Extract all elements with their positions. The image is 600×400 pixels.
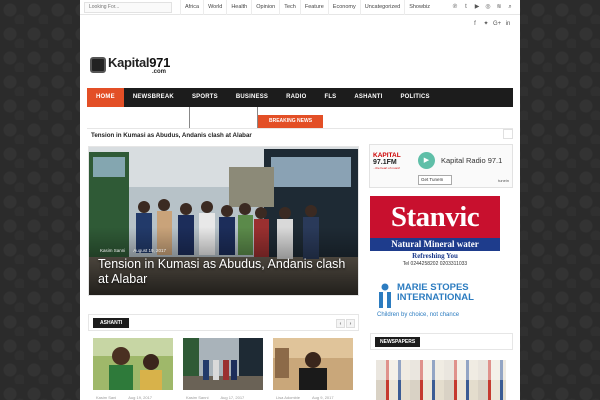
logo-text: Kapital971	[108, 55, 171, 70]
logo-mark-icon	[90, 57, 106, 73]
tumblr-icon[interactable]: t	[462, 0, 470, 15]
stanvic-phone: Tel 0244258202 0203311033	[402, 261, 468, 267]
featured-author[interactable]: Kasim Sanni	[100, 248, 125, 253]
instagram-icon[interactable]: ◎	[484, 0, 492, 15]
googleplus-icon[interactable]: G+	[493, 17, 501, 32]
newspapers-image-overlay	[376, 360, 506, 380]
newspapers-widget-header: NEWSPAPERS	[370, 333, 513, 350]
thumbnail-meta: Kasim Sanni Aug 17, 2017	[186, 395, 245, 400]
top-social-icons: ℗ t ▶ ◎ ≋ ⌕	[451, 0, 514, 15]
nav-item-home[interactable]: HOME	[87, 88, 124, 107]
top-menu-item-world[interactable]: World	[203, 0, 226, 15]
nav-divider	[189, 107, 190, 128]
next-arrow-icon[interactable]: ›	[346, 319, 355, 328]
stanvic-subtitle: Natural Mineral water	[370, 238, 500, 251]
top-menu-item-feature[interactable]: Feature	[299, 0, 328, 15]
article-thumbnail[interactable]	[183, 338, 263, 390]
logo-domain: .com	[152, 69, 167, 75]
thumbnail-meta: Kasim Sani Aug 19, 2017	[96, 395, 153, 400]
top-bar: Africa World Health Opinion Tech Feature…	[80, 0, 520, 15]
prev-arrow-icon[interactable]: ‹	[336, 319, 345, 328]
stanvic-title: Stanvic	[370, 196, 500, 238]
nav-item-newsbreak[interactable]: NEWSBREAK	[124, 88, 183, 107]
top-menu-item-africa[interactable]: Africa	[180, 0, 203, 15]
nav-item-business[interactable]: BUSINESS	[227, 88, 277, 107]
top-menu-item-opinion[interactable]: Opinion	[251, 0, 279, 15]
search-input[interactable]	[84, 1, 172, 13]
marie-stopes-logo-icon	[379, 283, 391, 308]
nav-item-fls[interactable]: FLS	[315, 88, 345, 107]
marie-stopes-name: MARIE STOPES INTERNATIONAL	[397, 282, 474, 303]
top-menu-item-health[interactable]: Health	[226, 0, 251, 15]
nav-item-sports[interactable]: SPORTS	[183, 88, 227, 107]
nav-item-radio[interactable]: RADIO	[277, 88, 315, 107]
marie-stopes-tagline: Children by choice, not chance	[377, 312, 460, 318]
article-thumbnail[interactable]	[273, 338, 353, 390]
featured-meta: Kasim Sanni August 19, 2017	[100, 248, 166, 253]
tunein-logo: tunein	[498, 178, 509, 183]
article-thumbnail[interactable]	[93, 338, 173, 390]
youtube-icon[interactable]: ▶	[473, 0, 481, 15]
linkedin-icon[interactable]: in	[504, 17, 512, 32]
facebook-icon[interactable]: f	[471, 17, 479, 32]
page-container: f ✦ G+ in Kapital971 .com HOME NEWSBREAK…	[80, 15, 520, 400]
nav-item-ashanti[interactable]: ASHANTI	[345, 88, 391, 107]
stanvic-tagline: Refreshing You	[412, 252, 458, 260]
stanvic-ad[interactable]: Stanvic Natural Mineral water Refreshing…	[370, 196, 500, 271]
header-social-icons: f ✦ G+ in	[471, 17, 512, 32]
marie-stopes-ad[interactable]: MARIE STOPES INTERNATIONAL Children by ch…	[375, 281, 495, 321]
nav-item-politics[interactable]: POLITICS	[391, 88, 438, 107]
featured-title[interactable]: Tension in Kumasi as Abudus, Andanis cla…	[98, 257, 348, 287]
search-icon[interactable]: ⌕	[506, 0, 514, 15]
top-menu-item-tech[interactable]: Tech	[279, 0, 300, 15]
divider	[87, 128, 513, 129]
rss-icon[interactable]: ≋	[495, 0, 503, 15]
thumbnail-meta: Lisa Adombie Aug 9, 2017	[276, 395, 334, 400]
radio-station-name: Kapital Radio 97.1	[441, 156, 503, 165]
breaking-news-label: BREAKING NEWS	[258, 115, 323, 128]
twitter-icon[interactable]: ✦	[482, 17, 490, 32]
top-menu-item-showbiz[interactable]: Showbiz	[404, 0, 434, 15]
ashanti-section-label[interactable]: ASHANTI	[93, 318, 130, 328]
top-menu: Africa World Health Opinion Tech Feature…	[180, 0, 434, 15]
section-pager: ‹ ›	[336, 319, 355, 328]
newspapers-label: NEWSPAPERS	[375, 337, 421, 347]
play-icon[interactable]: ▶	[418, 152, 435, 169]
breaking-news-headline[interactable]: Tension in Kumasi as Abudus, Andanis cla…	[91, 132, 252, 139]
ashanti-section-header: ASHANTI ‹ ›	[88, 314, 359, 331]
pinterest-icon[interactable]: ℗	[451, 0, 459, 15]
radio-logo: KAPITAL 97.1FM ...the heart of music!	[373, 152, 401, 170]
radio-widget: KAPITAL 97.1FM ...the heart of music! ▶ …	[369, 144, 513, 188]
featured-story[interactable]: Kasim Sanni August 19, 2017 Tension in K…	[88, 146, 359, 296]
featured-date: August 19, 2017	[133, 248, 167, 253]
top-menu-item-economy[interactable]: Economy	[327, 0, 360, 15]
main-nav: HOME NEWSBREAK SPORTS BUSINESS RADIO FLS…	[87, 88, 513, 107]
get-tunein-button[interactable]: Get TuneIn	[418, 175, 452, 185]
ticker-control[interactable]	[503, 129, 513, 139]
top-menu-item-uncategorized[interactable]: Uncategorized	[359, 0, 404, 15]
site-logo[interactable]: Kapital971 .com	[90, 55, 170, 77]
